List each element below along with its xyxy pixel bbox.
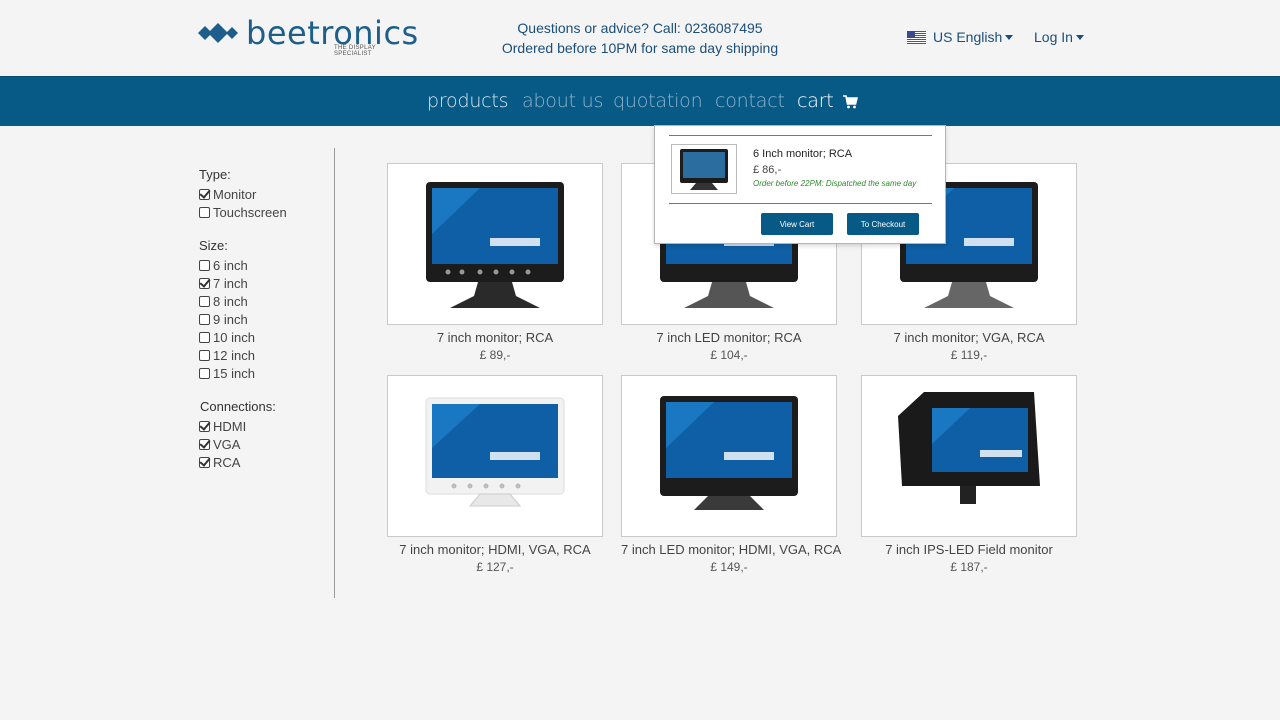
- filter-size-title: Size:: [199, 238, 228, 253]
- monitor-image-icon: [660, 396, 798, 510]
- cart-dropdown: 6 Inch monitor; RCA £ 86,- Order before …: [654, 125, 946, 244]
- filter-size-10[interactable]: 10 inch: [199, 328, 255, 346]
- filter-connection-hdmi[interactable]: HDMI: [199, 417, 246, 435]
- product-card[interactable]: 7 inch monitor; HDMI, VGA, RCA £ 127,-: [387, 375, 603, 574]
- filter-size-7[interactable]: 7 inch: [199, 274, 248, 292]
- nav-quotation[interactable]: quotation: [613, 89, 703, 113]
- cart-item-thumbnail[interactable]: [671, 144, 737, 194]
- product-price: £ 119,-: [950, 348, 988, 362]
- filter-size-8[interactable]: 8 inch: [199, 292, 248, 310]
- filter-label: RCA: [213, 454, 241, 470]
- monitor-image-icon: [425, 397, 565, 507]
- checkbox-checked[interactable]: [199, 277, 210, 289]
- filter-type-title: Type:: [199, 167, 231, 182]
- nav-products[interactable]: products: [427, 89, 509, 113]
- language-selector[interactable]: US English: [907, 28, 1014, 46]
- filter-size-6[interactable]: 6 inch: [199, 256, 248, 274]
- us-flag-icon: [907, 30, 926, 44]
- product-card[interactable]: 7 inch monitor; RCA £ 89,-: [387, 163, 603, 362]
- checkbox-checked[interactable]: [199, 456, 210, 468]
- filter-type-touchscreen[interactable]: Touchscreen: [199, 203, 287, 221]
- cart-item-price: £ 86,-: [753, 164, 782, 176]
- shopping-cart-icon: [843, 94, 859, 108]
- checkbox-checked[interactable]: [199, 188, 210, 200]
- filter-connections-title: Connections:: [200, 399, 276, 414]
- filter-label: Monitor: [213, 186, 257, 202]
- product-image[interactable]: [621, 375, 837, 537]
- product-name[interactable]: 7 inch LED monitor; RCA: [621, 330, 837, 345]
- logo-mark-icon: [198, 23, 238, 43]
- site-header: beetronics THE DISPLAY SPECIALIST Questi…: [0, 0, 1280, 76]
- product-name[interactable]: 7 inch LED monitor; HDMI, VGA, RCA: [621, 542, 841, 557]
- filter-sidebar: Type: Monitor Touchscreen Size: 6 inch 7…: [199, 148, 335, 598]
- nav-about-us[interactable]: about us: [522, 89, 603, 113]
- checkbox-checked[interactable]: [199, 438, 210, 450]
- view-cart-button[interactable]: View Cart: [761, 213, 833, 235]
- contact-info: Questions or advice? Call: 0236087495 Or…: [480, 18, 800, 58]
- checkbox-checked[interactable]: [199, 420, 210, 432]
- checkbox[interactable]: [199, 331, 210, 343]
- filter-label: 15 inch: [213, 365, 255, 381]
- checkout-button[interactable]: To Checkout: [847, 213, 919, 235]
- main-nav: products about us quotation contact cart: [0, 76, 1280, 126]
- filter-size-15[interactable]: 15 inch: [199, 364, 255, 382]
- chevron-down-icon: [1005, 34, 1014, 40]
- nav-contact[interactable]: contact: [715, 89, 785, 113]
- logo-tagline: THE DISPLAY SPECIALIST: [334, 45, 376, 57]
- checkbox[interactable]: [199, 259, 210, 271]
- divider: [669, 135, 932, 136]
- login-dropdown[interactable]: Log In: [1034, 28, 1084, 46]
- product-name[interactable]: 7 inch monitor; HDMI, VGA, RCA: [387, 542, 603, 557]
- checkbox[interactable]: [199, 349, 210, 361]
- field-monitor-image-icon: [898, 392, 1040, 504]
- checkbox[interactable]: [199, 206, 210, 218]
- filter-connection-rca[interactable]: RCA: [199, 453, 240, 471]
- divider: [669, 203, 932, 204]
- checkbox[interactable]: [199, 313, 210, 325]
- filter-label: HDMI: [213, 418, 247, 434]
- filter-type-monitor[interactable]: Monitor: [199, 185, 256, 203]
- chevron-down-icon: [1075, 34, 1084, 40]
- product-card[interactable]: 7 inch IPS-LED Field monitor £ 187,-: [861, 375, 1077, 574]
- product-name[interactable]: 7 inch monitor; VGA, RCA: [861, 330, 1077, 345]
- cart-item-name[interactable]: 6 Inch monitor; RCA: [753, 148, 852, 160]
- shipping-note-text: Ordered before 10PM for same day shippin…: [501, 40, 779, 56]
- product-price: £ 149,-: [710, 560, 748, 574]
- monitor-image-icon: [426, 182, 564, 308]
- product-price: £ 104,-: [710, 348, 748, 362]
- filter-label: 6 inch: [213, 257, 248, 273]
- filter-label: 7 inch: [213, 275, 248, 291]
- monitor-thumbnail-icon: [680, 149, 728, 190]
- product-price: £ 187,-: [950, 560, 988, 574]
- product-price: £ 89,-: [479, 348, 511, 362]
- cart-item-shipping-note: Order before 22PM: Dispatched the same d…: [753, 179, 917, 188]
- filter-label: 9 inch: [213, 311, 248, 327]
- filter-label: 12 inch: [213, 347, 255, 363]
- product-image[interactable]: [387, 375, 603, 537]
- contact-phone-text: Questions or advice? Call: 0236087495: [517, 20, 763, 36]
- product-name[interactable]: 7 inch monitor; RCA: [387, 330, 603, 345]
- filter-label: Touchscreen: [213, 204, 287, 220]
- login-label: Log In: [1034, 29, 1073, 45]
- language-label: US English: [933, 29, 1003, 45]
- filter-connection-vga[interactable]: VGA: [199, 435, 240, 453]
- product-image[interactable]: [387, 163, 603, 325]
- filter-label: 10 inch: [213, 329, 255, 345]
- checkbox[interactable]: [199, 367, 210, 379]
- checkbox[interactable]: [199, 295, 210, 307]
- product-name[interactable]: 7 inch IPS-LED Field monitor: [861, 542, 1077, 557]
- filter-label: VGA: [213, 436, 241, 452]
- product-image[interactable]: [861, 375, 1077, 537]
- filter-size-12[interactable]: 12 inch: [199, 346, 255, 364]
- filter-size-9[interactable]: 9 inch: [199, 310, 248, 328]
- beetronics-logo[interactable]: beetronics THE DISPLAY SPECIALIST: [198, 16, 418, 57]
- nav-cart[interactable]: cart: [797, 89, 859, 113]
- nav-cart-label: cart: [797, 90, 834, 112]
- filter-label: 8 inch: [213, 293, 248, 309]
- product-price: £ 127,-: [476, 560, 514, 574]
- product-card[interactable]: 7 inch LED monitor; HDMI, VGA, RCA £ 149…: [621, 375, 841, 574]
